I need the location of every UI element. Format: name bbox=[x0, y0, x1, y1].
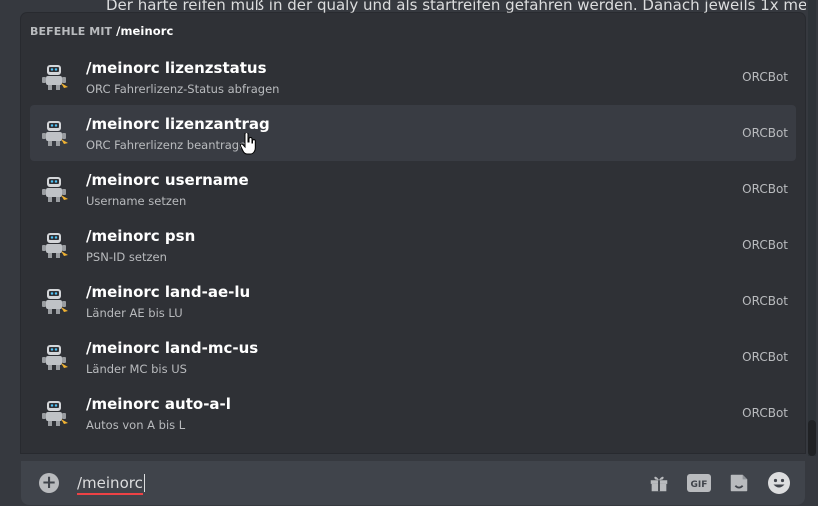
command-item[interactable]: /meinorc username Username setzen ORCBot bbox=[30, 161, 796, 217]
popup-header-query: /meinorc bbox=[116, 24, 174, 38]
command-description: ORC Fahrerlizenz-Status abfragen bbox=[86, 81, 280, 96]
popup-header: BEFEHLE MIT /meinorc bbox=[21, 13, 805, 49]
command-source: ORCBot bbox=[742, 350, 788, 364]
command-name: /meinorc land-ae-lu bbox=[86, 282, 251, 301]
command-name: /meinorc lizenzantrag bbox=[86, 114, 270, 133]
command-name: /meinorc username bbox=[86, 170, 249, 189]
bot-avatar-icon bbox=[38, 173, 70, 205]
command-item[interactable]: /meinorc land-mc-us Länder MC bis US ORC… bbox=[30, 329, 796, 385]
command-description: Autos von A bis L bbox=[86, 417, 186, 432]
gift-icon[interactable] bbox=[647, 471, 671, 495]
message-input-text: /meinorc bbox=[77, 473, 143, 495]
bot-avatar-icon bbox=[38, 229, 70, 261]
command-source: ORCBot bbox=[742, 182, 788, 196]
bot-avatar-icon bbox=[38, 341, 70, 373]
command-description: Länder MC bis US bbox=[86, 361, 187, 376]
plus-icon[interactable]: + bbox=[39, 473, 59, 493]
bot-avatar-icon bbox=[38, 285, 70, 317]
chat-actions: GIF bbox=[647, 471, 791, 495]
chat-input-bar: + /meinorc GIF bbox=[21, 461, 805, 505]
pointer-hand-icon bbox=[239, 132, 256, 155]
command-description: ORC Fahrerlizenz beantragen bbox=[86, 137, 254, 152]
bot-avatar-icon bbox=[38, 61, 70, 93]
command-source: ORCBot bbox=[742, 406, 788, 420]
message-input[interactable]: /meinorc bbox=[77, 473, 647, 495]
emoji-icon[interactable] bbox=[767, 471, 791, 495]
command-description: PSN-ID setzen bbox=[86, 249, 167, 264]
command-item[interactable]: /meinorc lizenzstatus ORC Fahrerlizenz-S… bbox=[30, 49, 796, 105]
command-description: Username setzen bbox=[86, 193, 187, 208]
command-name: /meinorc land-mc-us bbox=[86, 338, 259, 357]
command-source: ORCBot bbox=[742, 126, 788, 140]
text-caret bbox=[143, 474, 145, 493]
command-source: ORCBot bbox=[742, 294, 788, 308]
popup-header-label: BEFEHLE MIT bbox=[30, 24, 113, 38]
command-item[interactable]: /meinorc land-ae-lu Länder AE bis LU ORC… bbox=[30, 273, 796, 329]
command-source: ORCBot bbox=[742, 238, 788, 252]
command-item[interactable]: /meinorc psn PSN-ID setzen ORCBot bbox=[30, 217, 796, 273]
sticker-icon[interactable] bbox=[727, 471, 751, 495]
scrollbar-track[interactable] bbox=[808, 0, 816, 456]
command-name: /meinorc psn bbox=[86, 226, 196, 245]
gif-icon-label: GIF bbox=[691, 480, 708, 490]
command-item[interactable]: /meinorc lizenzantrag ORC Fahrerlizenz b… bbox=[30, 105, 796, 161]
gif-icon[interactable]: GIF bbox=[687, 471, 711, 495]
command-description: Länder AE bis LU bbox=[86, 305, 183, 320]
scrollbar-thumb[interactable] bbox=[808, 420, 816, 456]
background-message: Der harte reifen muß in der qualy und al… bbox=[106, 0, 806, 14]
command-name: /meinorc auto-a-l bbox=[86, 394, 231, 413]
bot-avatar-icon bbox=[38, 397, 70, 429]
command-list: /meinorc lizenzstatus ORC Fahrerlizenz-S… bbox=[21, 49, 805, 441]
command-item[interactable]: /meinorc auto-a-l Autos von A bis L ORCB… bbox=[30, 385, 796, 441]
command-source: ORCBot bbox=[742, 70, 788, 84]
command-name: /meinorc lizenzstatus bbox=[86, 58, 267, 77]
bot-avatar-icon bbox=[38, 117, 70, 149]
command-autocomplete-popup: BEFEHLE MIT /meinorc /meinorc lizenzstat… bbox=[21, 13, 805, 453]
